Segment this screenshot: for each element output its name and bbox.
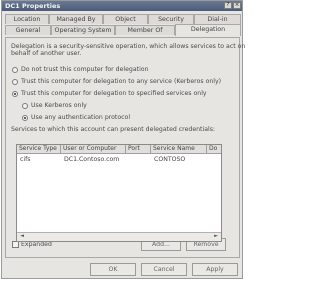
tab-delegation[interactable]: Delegation (175, 24, 241, 36)
option-kerberos-only-label: Use Kerberos only (31, 102, 87, 109)
tab-location[interactable]: Location (5, 14, 49, 24)
window-title: DC1 Properties (5, 2, 61, 10)
cancel-button[interactable]: Cancel (141, 263, 187, 276)
expanded-label: Expanded (21, 241, 52, 248)
tab-general[interactable]: General (5, 25, 51, 35)
column-header-domain[interactable]: Do (207, 145, 221, 154)
column-header-port[interactable]: Port (126, 145, 151, 154)
tab-managed-by[interactable]: Managed By (49, 14, 103, 24)
apply-button[interactable]: Apply (192, 263, 238, 276)
radio-any-protocol[interactable] (22, 115, 28, 121)
option-specified-services-label: Trust this computer for delegation to sp… (21, 90, 207, 97)
close-button[interactable]: × (233, 2, 241, 9)
title-bar[interactable]: DC1 Properties ? × (2, 1, 242, 11)
services-table[interactable]: Service Type User or Computer Port Servi… (16, 144, 222, 242)
tab-member-of[interactable]: Member Of (115, 25, 175, 35)
tab-dial-in[interactable]: Dial-in (194, 14, 241, 24)
column-header-user-or-computer[interactable]: User or Computer (61, 145, 126, 154)
ok-button[interactable]: OK (90, 263, 136, 276)
description-line-1: Delegation is a security-sensitive opera… (11, 43, 246, 50)
cell-service-type: cifs (20, 156, 31, 163)
horizontal-scrollbar[interactable]: ◄ ► (17, 232, 221, 241)
scroll-left-icon[interactable]: ◄ (18, 233, 26, 240)
help-icon: ? (226, 2, 230, 8)
column-header-service-name[interactable]: Service Name (151, 145, 207, 154)
option-any-protocol-label: Use any authentication protocol (31, 114, 131, 121)
tab-operating-system[interactable]: Operating System (51, 25, 115, 35)
option-any-service-label: Trust this computer for delegation to an… (21, 78, 222, 85)
column-header-service-type[interactable]: Service Type (17, 145, 61, 154)
services-label: Services to which this account can prese… (11, 126, 216, 133)
cell-service-name: CONTOSO (154, 156, 186, 163)
tab-object[interactable]: Object (103, 14, 148, 24)
properties-dialog: DC1 Properties ? × Location Managed By O… (1, 0, 246, 279)
option-no-delegation-label: Do not trust this computer for delegatio… (21, 66, 149, 73)
tab-security[interactable]: Security (148, 14, 194, 24)
description-line-2: behalf of another user. (11, 50, 82, 57)
scroll-right-icon[interactable]: ► (212, 233, 220, 240)
help-button[interactable]: ? (224, 2, 232, 9)
cell-user-or-computer: DC1.Contoso.com (64, 156, 120, 163)
radio-specified-services[interactable] (12, 91, 18, 97)
radio-any-service[interactable] (12, 79, 18, 85)
radio-kerberos-only[interactable] (22, 103, 28, 109)
expanded-checkbox[interactable] (12, 241, 19, 248)
radio-no-delegation[interactable] (12, 67, 18, 73)
close-icon: × (234, 2, 240, 8)
